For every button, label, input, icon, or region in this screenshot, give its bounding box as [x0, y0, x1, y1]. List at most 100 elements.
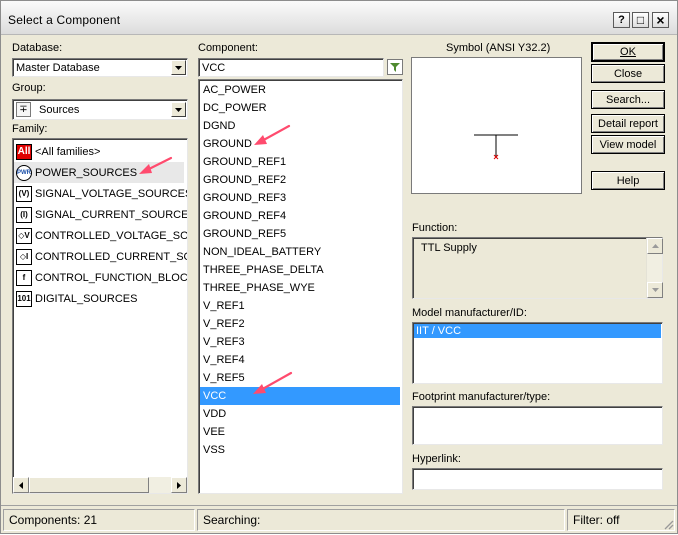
component-list-item[interactable]: V_REF3 — [200, 333, 400, 351]
help-button[interactable]: Help — [591, 171, 665, 190]
chevron-left-icon — [19, 481, 23, 489]
power-sources-icon: PWR — [16, 164, 32, 181]
scroll-thumb[interactable] — [29, 477, 149, 493]
help-icon: ? — [618, 14, 625, 26]
scroll-left-button[interactable] — [13, 477, 29, 493]
component-list-item[interactable]: GROUND_REF3 — [200, 189, 400, 207]
family-item-label: CONTROL_FUNCTION_BLOCKS — [35, 271, 188, 284]
resize-grip-icon[interactable] — [662, 518, 674, 530]
controlled-current-icon: ◇I — [16, 248, 32, 265]
component-label: Component: — [198, 42, 258, 54]
component-list-item[interactable]: DC_POWER — [200, 99, 400, 117]
status-searching: Searching: — [197, 509, 565, 531]
component-search-input[interactable]: VCC — [198, 58, 384, 77]
function-textbox[interactable]: TTL Supply — [412, 237, 663, 299]
component-search-value: VCC — [202, 62, 226, 74]
filter-button[interactable] — [387, 59, 403, 75]
component-list-item[interactable]: AC_POWER — [200, 81, 400, 99]
function-scroll-up-button[interactable] — [647, 238, 663, 254]
chevron-down-icon — [175, 107, 182, 112]
component-list-item[interactable]: GROUND_REF1 — [200, 153, 400, 171]
component-list-item[interactable]: V_REF1 — [200, 297, 400, 315]
database-dropdown-button[interactable] — [171, 60, 186, 75]
footprint-label: Footprint manufacturer/type: — [412, 391, 551, 403]
family-label: Family: — [12, 123, 48, 135]
family-hscrollbar[interactable] — [13, 477, 187, 493]
ok-button-label: OK — [620, 46, 636, 58]
model-list[interactable]: IIT / VCC — [412, 322, 663, 384]
family-item-label: POWER_SOURCES — [35, 166, 138, 179]
model-item-label: IIT / VCC — [416, 325, 462, 337]
search-button[interactable]: Search... — [591, 90, 665, 109]
group-value: Sources — [39, 104, 80, 116]
function-scrollbar[interactable] — [646, 238, 663, 298]
component-list-item[interactable]: V_REF4 — [200, 351, 400, 369]
database-select[interactable]: Master Database — [12, 58, 188, 77]
view-model-button[interactable]: View model — [591, 135, 665, 154]
group-label: Group: — [12, 82, 46, 94]
component-list-item[interactable]: VCC — [200, 387, 400, 405]
window-title: Select a Component — [8, 13, 121, 27]
chevron-down-icon — [651, 288, 659, 292]
component-list-item[interactable]: VEE — [200, 423, 400, 441]
family-item[interactable]: ◇V CONTROLLED_VOLTAGE_SOUR — [16, 225, 188, 246]
footprint-list[interactable] — [412, 406, 663, 445]
all-families-icon: All — [16, 143, 32, 160]
component-list-item[interactable]: GROUND_REF2 — [200, 171, 400, 189]
family-item-label: CONTROLLED_VOLTAGE_SOUR — [35, 229, 188, 242]
component-list-item[interactable]: V_REF2 — [200, 315, 400, 333]
component-list[interactable]: AC_POWER DC_POWER DGND GROUND GROUND_REF1 GRO… — [198, 79, 403, 494]
title-bar: Select a Component ? □ × — [1, 1, 677, 35]
family-item[interactable]: (I) SIGNAL_CURRENT_SOURCES — [16, 204, 187, 225]
component-list-item[interactable]: GROUND — [200, 135, 400, 153]
chevron-down-icon — [175, 65, 182, 70]
family-item-label: <All families> — [35, 145, 101, 158]
family-item[interactable]: ◇I CONTROLLED_CURRENT_SOU — [16, 246, 187, 267]
symbol-label: Symbol (ANSI Y32.2) — [446, 42, 551, 54]
component-list-item[interactable]: GROUND_REF4 — [200, 207, 400, 225]
group-dropdown-button[interactable] — [171, 102, 186, 117]
family-list[interactable]: All <All families> PWR POWER_SOURCES (V) SIGN… — [12, 138, 188, 494]
component-list-item[interactable]: THREE_PHASE_WYE — [200, 279, 400, 297]
database-label: Database: — [12, 42, 63, 54]
hyperlink-field[interactable] — [412, 468, 663, 490]
help-button-label: Help — [616, 174, 640, 187]
close-window-button[interactable]: × — [652, 12, 669, 28]
model-label: Model manufacturer/ID: — [412, 307, 527, 319]
sources-icon: ∓ — [16, 102, 31, 117]
search-button-label: Search... — [605, 93, 651, 106]
signal-current-icon: (I) — [16, 206, 32, 223]
hyperlink-label: Hyperlink: — [412, 453, 461, 465]
maximize-button[interactable]: □ — [632, 12, 649, 28]
component-list-item[interactable]: THREE_PHASE_DELTA — [200, 261, 400, 279]
controlled-voltage-icon: ◇V — [16, 227, 32, 244]
detail-report-button[interactable]: Detail report — [591, 114, 665, 133]
component-list-item[interactable]: V_REF5 — [200, 369, 400, 387]
view-model-button-label: View model — [599, 138, 657, 151]
function-value: TTL Supply — [421, 242, 477, 254]
component-list-item[interactable]: VSS — [200, 441, 400, 459]
help-title-button[interactable]: ? — [613, 12, 630, 28]
family-item[interactable]: (V) SIGNAL_VOLTAGE_SOURCES — [16, 183, 187, 204]
component-list-item[interactable]: VDD — [200, 405, 400, 423]
close-icon: × — [656, 12, 665, 28]
component-list-item[interactable]: DGND — [200, 117, 400, 135]
family-item[interactable]: f CONTROL_FUNCTION_BLOCKS — [16, 267, 188, 288]
digital-sources-icon: 101 — [16, 290, 32, 307]
component-list-item[interactable]: NON_IDEAL_BATTERY — [200, 243, 400, 261]
family-item[interactable]: PWR POWER_SOURCES — [14, 162, 184, 183]
control-function-icon: f — [16, 269, 32, 286]
detail-report-button-label: Detail report — [598, 117, 658, 130]
database-value: Master Database — [16, 62, 100, 74]
ok-button[interactable]: OK — [591, 42, 665, 62]
function-scroll-down-button[interactable] — [647, 282, 663, 298]
close-button[interactable]: Close — [591, 64, 665, 83]
component-list-item[interactable]: GROUND_REF5 — [200, 225, 400, 243]
model-list-item[interactable]: IIT / VCC — [414, 324, 661, 338]
scroll-right-button[interactable] — [171, 477, 187, 493]
family-item[interactable]: All <All families> — [16, 141, 100, 162]
signal-voltage-icon: (V) — [16, 185, 32, 202]
family-item[interactable]: 101 DIGITAL_SOURCES — [16, 288, 138, 309]
group-select[interactable]: ∓ Sources — [12, 99, 188, 120]
maximize-icon: □ — [636, 13, 645, 27]
